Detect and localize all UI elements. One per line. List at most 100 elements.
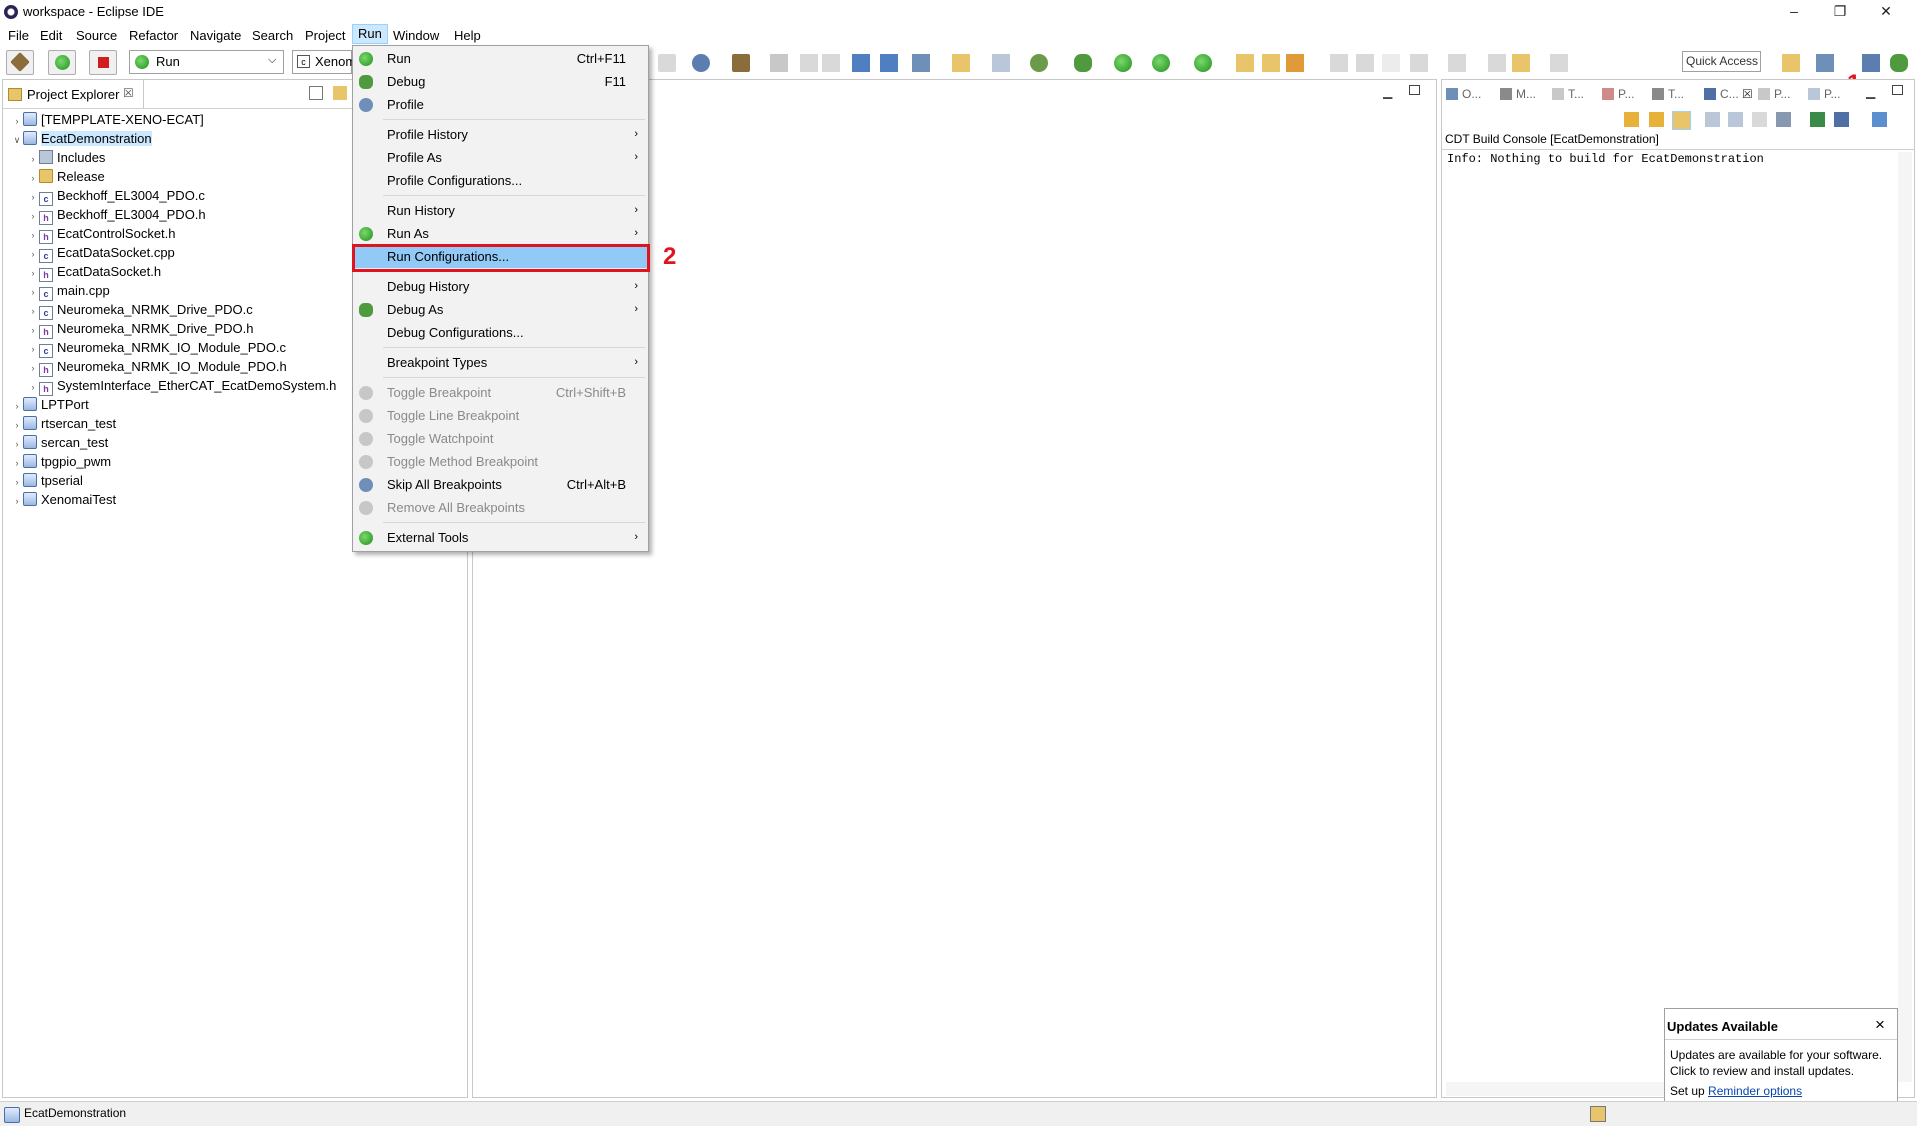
console-copy-icon[interactable] <box>1705 112 1720 127</box>
block-select-icon[interactable] <box>1356 54 1374 72</box>
coverage-icon[interactable] <box>1152 54 1170 72</box>
search-icon[interactable] <box>880 54 898 72</box>
chevron-right-icon[interactable]: › <box>11 492 23 511</box>
debug-perspective-icon[interactable] <box>1890 54 1908 72</box>
last-edit-icon[interactable] <box>1488 54 1506 72</box>
menu-item-profile-as[interactable]: Profile As › <box>353 146 648 169</box>
console-new-icon[interactable] <box>1872 112 1887 127</box>
tab-project-explorer[interactable]: Project Explorer ☒ <box>3 80 144 108</box>
run-last-icon[interactable] <box>1114 54 1132 72</box>
menu-item-run[interactable]: Run Ctrl+F11 <box>353 47 648 70</box>
pen-icon[interactable] <box>1286 54 1304 72</box>
new-folder-icon[interactable] <box>952 54 970 72</box>
open-type-icon[interactable] <box>852 54 870 72</box>
menu-item-breakpoint-types[interactable]: Breakpoint Types › <box>353 351 648 374</box>
view-tab-3[interactable]: P... <box>1602 87 1634 101</box>
tree-item[interactable]: › c EcatDataSocket.cpp <box>27 243 175 263</box>
print-icon[interactable] <box>658 54 676 72</box>
open-perspective-icon[interactable] <box>1782 54 1800 72</box>
tree-project-5[interactable]: › tpgpio_pwm <box>11 452 111 471</box>
view-tab-5[interactable]: C... ☒ <box>1704 87 1753 101</box>
tree-item[interactable]: › Includes <box>27 148 105 167</box>
view-tab-2[interactable]: T... <box>1552 87 1584 101</box>
close-tab-icon[interactable]: ☒ <box>123 86 134 100</box>
menu-item-debug-history[interactable]: Debug History › <box>353 275 648 298</box>
debug-icon[interactable] <box>1074 54 1092 72</box>
view-tab-4[interactable]: T... <box>1652 87 1684 101</box>
menu-window[interactable]: Window <box>388 27 444 45</box>
view-tab-6[interactable]: P... <box>1758 87 1790 101</box>
new-wizard-icon[interactable] <box>692 54 710 72</box>
external-tools-toolbar-icon[interactable] <box>1194 54 1212 72</box>
build-button[interactable] <box>6 50 34 75</box>
menu-run[interactable]: Run <box>352 24 388 44</box>
tree-item[interactable]: › h Neuromeka_NRMK_IO_Module_PDO.h <box>27 357 287 377</box>
open-file-icon[interactable] <box>1262 54 1280 72</box>
close-tab-icon[interactable]: ☒ <box>1742 87 1753 101</box>
menu-item-profile[interactable]: Profile <box>353 93 648 116</box>
tree-item[interactable]: › h Beckhoff_EL3004_PDO.h <box>27 205 206 225</box>
undo-icon[interactable] <box>800 54 818 72</box>
menu-project[interactable]: Project <box>300 27 350 45</box>
team-perspective-icon[interactable] <box>1862 54 1880 72</box>
menu-navigate[interactable]: Navigate <box>185 27 246 45</box>
restore-button[interactable]: ❐ <box>1817 0 1863 24</box>
minimize-view-icon[interactable]: ▁ <box>1866 85 1875 99</box>
view-tab-1[interactable]: M... <box>1500 87 1536 101</box>
tree-project-1[interactable]: ∨ EcatDemonstration <box>11 129 152 148</box>
menu-item-external-tools[interactable]: External Tools › <box>353 526 648 549</box>
minimize-button[interactable]: – <box>1771 0 1817 24</box>
console-pin-icon[interactable] <box>1810 112 1825 127</box>
console-vertical-scrollbar[interactable] <box>1898 152 1912 1082</box>
tree-project-4[interactable]: › sercan_test <box>11 433 108 452</box>
menu-help[interactable]: Help <box>449 27 486 45</box>
menu-search[interactable]: Search <box>247 27 298 45</box>
console-display-icon[interactable] <box>1834 112 1849 127</box>
tree-item[interactable]: › c Neuromeka_NRMK_Drive_PDO.c <box>27 300 253 320</box>
menu-item-profile-history[interactable]: Profile History › <box>353 123 648 146</box>
previous-annotation-icon[interactable] <box>1448 54 1466 72</box>
tree-item[interactable]: › c main.cpp <box>27 281 110 301</box>
view-tab-0[interactable]: O... <box>1446 87 1481 101</box>
stop-button[interactable] <box>89 50 117 75</box>
next-annotation-icon[interactable] <box>1410 54 1428 72</box>
new-project-icon[interactable] <box>912 54 930 72</box>
menu-item-debug-configurations[interactable]: Debug Configurations... <box>353 321 648 344</box>
console-next-error-icon[interactable] <box>1624 112 1639 127</box>
quick-access-field[interactable]: Quick Access <box>1682 51 1761 72</box>
menu-refactor[interactable]: Refactor <box>124 27 183 45</box>
tree-project-6[interactable]: › tpserial <box>11 471 83 490</box>
reminder-options-link[interactable]: Reminder options <box>1708 1084 1802 1098</box>
console-paste-icon[interactable] <box>1728 112 1743 127</box>
maximize-editor-icon[interactable] <box>1409 85 1420 95</box>
console-scroll-lock-icon[interactable] <box>1672 111 1691 130</box>
forward-icon[interactable] <box>1550 54 1568 72</box>
collapse-all-icon[interactable] <box>309 86 323 100</box>
launch-button[interactable] <box>48 50 76 75</box>
launch-target-combo[interactable]: c Xenom <box>292 50 356 74</box>
redo-icon[interactable] <box>822 54 840 72</box>
back-icon[interactable] <box>1512 54 1530 72</box>
tree-project-2[interactable]: › LPTPort <box>11 395 89 414</box>
tree-project-0[interactable]: › [TEMPPLATE-XENO-ECAT] <box>11 110 204 129</box>
tree-item[interactable]: › c Beckhoff_EL3004_PDO.c <box>27 186 205 206</box>
close-button[interactable]: ✕ <box>1863 0 1909 24</box>
updates-notification[interactable]: Updates Available × Updates are availabl… <box>1664 1008 1898 1104</box>
menu-item-run-as[interactable]: Run As › <box>353 222 648 245</box>
menu-item-run-history[interactable]: Run History › <box>353 199 648 222</box>
tree-item[interactable]: › Release <box>27 167 105 186</box>
toggle-mark-icon[interactable] <box>1330 54 1348 72</box>
build-all-icon[interactable] <box>732 54 750 72</box>
menu-item-skip-all-breakpoints[interactable]: Skip All Breakpoints Ctrl+Alt+B <box>353 473 648 496</box>
console-wrap-icon[interactable] <box>1752 112 1767 127</box>
tree-item[interactable]: › h EcatControlSocket.h <box>27 224 176 244</box>
refresh-icon[interactable] <box>1030 54 1048 72</box>
menu-source[interactable]: Source <box>71 27 122 45</box>
menu-file[interactable]: File <box>3 27 34 45</box>
view-tab-7[interactable]: P... <box>1808 87 1840 101</box>
launch-mode-combo[interactable]: Run ⌵ <box>129 50 284 74</box>
tree-project-3[interactable]: › rtsercan_test <box>11 414 116 433</box>
tree-item[interactable]: › h EcatDataSocket.h <box>27 262 161 282</box>
updates-status-icon[interactable] <box>1590 1106 1606 1122</box>
chevron-down-icon[interactable]: ∨ <box>11 131 23 150</box>
